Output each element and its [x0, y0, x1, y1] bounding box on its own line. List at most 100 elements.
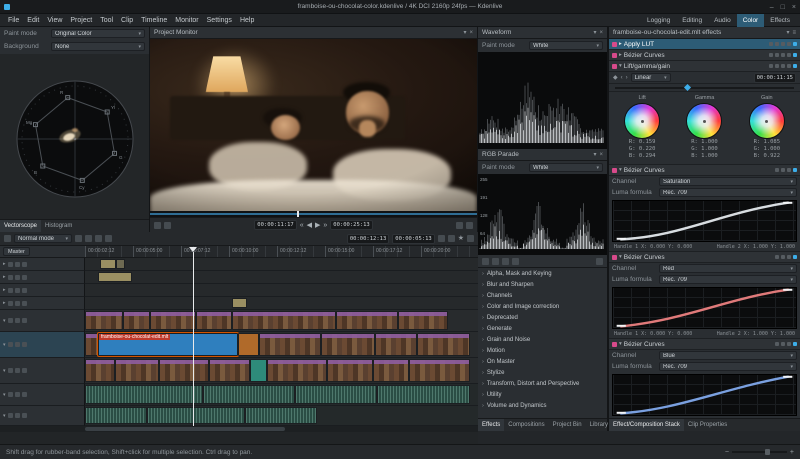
timeline-lane[interactable]	[85, 284, 478, 297]
delete-icon[interactable]	[787, 255, 791, 259]
timeline-menu-icon[interactable]	[4, 235, 11, 242]
collapse-icon[interactable]: ▾	[593, 152, 596, 158]
channel-select[interactable]: Red▾	[659, 264, 797, 273]
preset-icon[interactable]	[775, 168, 779, 172]
expand-arrow-icon[interactable]: ›	[482, 370, 484, 376]
timeline-clip[interactable]	[295, 385, 377, 404]
effect-row[interactable]: ▸ Apply LUT	[609, 39, 800, 50]
timeline-lane[interactable]	[85, 310, 478, 332]
paint-mode-select[interactable]: White▾	[529, 41, 603, 50]
timeline-clip[interactable]	[100, 259, 116, 269]
expand-arrow-icon[interactable]: ›	[482, 271, 484, 277]
monitor-settings-icon[interactable]	[466, 222, 473, 229]
razor-tool-icon[interactable]	[85, 235, 92, 242]
audio-effects-icon[interactable]	[502, 258, 509, 265]
lock-track-icon[interactable]	[22, 262, 27, 267]
preset-icon[interactable]	[769, 64, 773, 68]
timeline-clip[interactable]	[377, 385, 470, 404]
reset-icon[interactable]	[781, 168, 785, 172]
timeline-clip[interactable]	[209, 359, 250, 382]
audio-track-header[interactable]: ▾	[0, 384, 85, 406]
prev-frame-icon[interactable]: ◀	[307, 222, 312, 229]
playhead-line[interactable]	[193, 252, 194, 426]
expand-arrow-icon[interactable]: ›	[482, 315, 484, 321]
expand-arrow-icon[interactable]: ›	[482, 381, 484, 387]
expand-arrow-icon[interactable]: ›	[482, 403, 484, 409]
hide-track-icon[interactable]	[8, 301, 13, 306]
effect-category[interactable]: › Deprecated	[478, 312, 607, 323]
next-keyframe-icon[interactable]: ›	[626, 75, 628, 81]
close-icon[interactable]: ×	[469, 30, 473, 36]
collapse-icon[interactable]: ▾	[593, 30, 596, 36]
expand-arrow-icon[interactable]: ›	[482, 337, 484, 343]
timeline-clip[interactable]	[115, 359, 159, 382]
bottom-tab[interactable]: Compositions	[504, 419, 548, 431]
timeline-clip[interactable]	[123, 311, 150, 330]
timeline-lane[interactable]	[85, 297, 478, 310]
paint-mode-select[interactable]: White▾	[529, 163, 603, 172]
keyframe-ruler[interactable]	[609, 84, 800, 92]
menu-item[interactable]: Clip	[117, 14, 137, 27]
expand-arrow-icon[interactable]: ›	[482, 326, 484, 332]
stack-tab[interactable]: Effect/Composition Stack	[609, 419, 684, 431]
scrollbar-handle[interactable]	[85, 427, 285, 431]
stack-tab[interactable]: Clip Properties	[684, 419, 731, 431]
timeline-position-timecode[interactable]: 00:00:12:13	[347, 234, 389, 244]
lock-track-icon[interactable]	[22, 368, 27, 373]
timeline-clip[interactable]	[150, 311, 196, 330]
reset-icon[interactable]	[781, 255, 785, 259]
timeline-lane[interactable]	[85, 384, 478, 406]
timeline-lane[interactable]	[85, 271, 478, 284]
effect-row[interactable]: ▾ Bézier Curves	[609, 339, 800, 350]
record-icon[interactable]	[15, 392, 20, 397]
mute-track-icon[interactable]	[15, 288, 20, 293]
timeline-clip[interactable]: framboise-ou-chocolat-edit.mlt	[98, 333, 238, 356]
zoom-slider[interactable]	[732, 451, 787, 453]
keyframe-diamond[interactable]	[684, 84, 691, 91]
mute-track-icon[interactable]	[15, 262, 20, 267]
gamma-color-wheel[interactable]	[686, 103, 722, 139]
timeline-clip[interactable]	[159, 359, 209, 382]
save-icon[interactable]	[775, 64, 779, 68]
mute-track-icon[interactable]	[8, 413, 13, 418]
delete-icon[interactable]	[787, 64, 791, 68]
skip-back-icon[interactable]: «	[300, 222, 304, 229]
expand-arrow-icon[interactable]: ›	[482, 304, 484, 310]
enable-checkbox[interactable]	[793, 342, 797, 346]
workspace-button[interactable]: Color	[737, 14, 765, 27]
edit-mode-select[interactable]: Normal mode▾	[14, 234, 72, 243]
timeline-clip[interactable]	[85, 407, 147, 424]
hide-track-icon[interactable]	[8, 318, 13, 323]
expand-arrow-icon[interactable]: ›	[482, 293, 484, 299]
timeline-clip[interactable]	[250, 359, 267, 382]
master-button[interactable]: Master	[3, 247, 30, 256]
workspace-button[interactable]: Effects	[764, 14, 796, 27]
effect-category[interactable]: › Generate	[478, 323, 607, 334]
minimize-button[interactable]: –	[770, 4, 774, 11]
timeline-zone-timecode[interactable]: 00:00:05:13	[392, 234, 434, 244]
timeline-clip[interactable]	[267, 359, 327, 382]
zoom-out-icon[interactable]: −	[725, 449, 729, 456]
timeline-clip[interactable]	[375, 333, 417, 356]
effect-category[interactable]: › Grain and Noise	[478, 334, 607, 345]
effect-category[interactable]: › Transform, Distort and Perspective	[478, 378, 607, 389]
reset-icon[interactable]	[781, 342, 785, 346]
workspace-button[interactable]: Editing	[676, 14, 708, 27]
timeline-clip[interactable]	[232, 298, 247, 308]
close-icon[interactable]: ×	[599, 152, 603, 158]
current-timecode[interactable]: 00:00:11:17	[254, 220, 296, 230]
expand-arrow-icon[interactable]: ›	[482, 359, 484, 365]
workspace-button[interactable]: Logging	[641, 14, 676, 27]
save-icon[interactable]	[775, 53, 779, 57]
menu-item[interactable]: Help	[236, 14, 258, 27]
keyframe-type-select[interactable]: Linear▾	[631, 73, 671, 82]
timeline-clip[interactable]	[259, 333, 321, 356]
preset-icon[interactable]	[775, 342, 779, 346]
play-icon[interactable]: ▶	[315, 222, 320, 229]
favorites-icon[interactable]	[512, 258, 519, 265]
effect-row[interactable]: ▸ Bézier Curves	[609, 50, 800, 61]
timeline-lane[interactable]	[85, 358, 478, 384]
background-select[interactable]: None▾	[51, 42, 145, 51]
playhead-marker[interactable]	[189, 247, 197, 256]
prev-keyframe-icon[interactable]: ‹	[621, 75, 623, 81]
